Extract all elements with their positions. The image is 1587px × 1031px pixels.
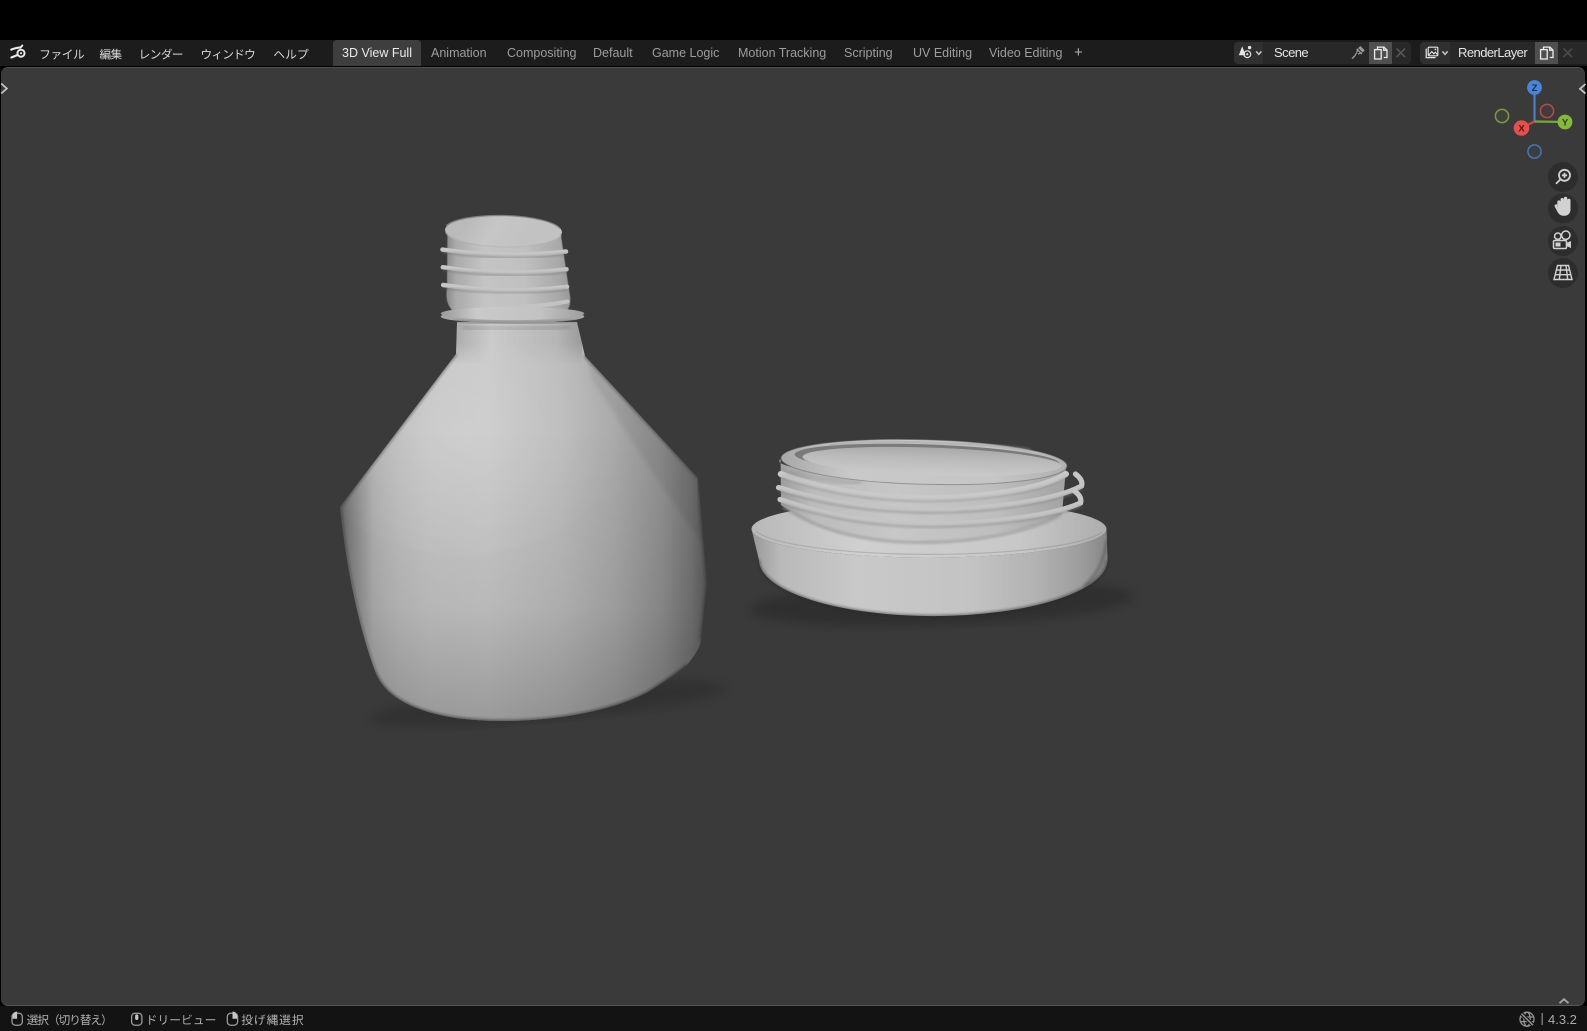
- svg-text:Y: Y: [1562, 117, 1569, 128]
- svg-text:X: X: [1518, 123, 1525, 134]
- svg-text:4.3.2: 4.3.2: [1548, 1012, 1577, 1027]
- svg-text:Z: Z: [1532, 83, 1538, 94]
